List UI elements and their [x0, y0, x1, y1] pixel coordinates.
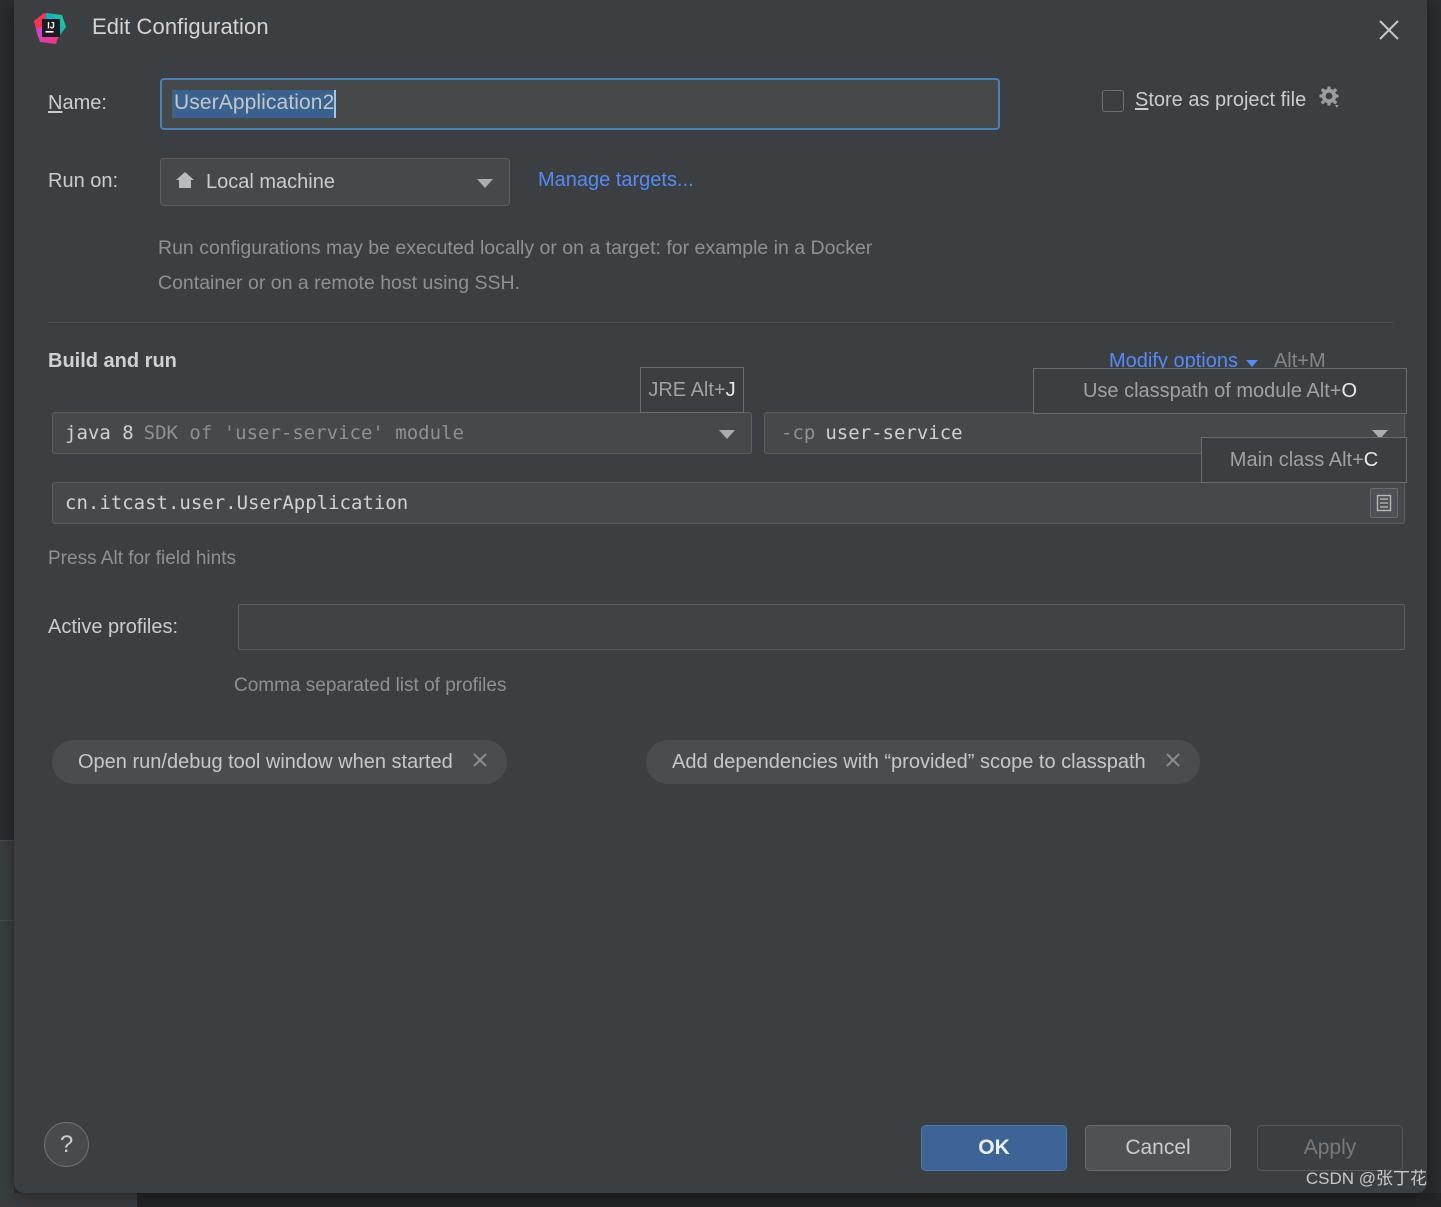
option-chip-open-run-debug[interactable]: Open run/debug tool window when started	[52, 740, 507, 784]
close-icon[interactable]	[1369, 10, 1409, 50]
section-divider	[48, 322, 1393, 323]
field-hint-main-class: Main class Alt+ C	[1201, 437, 1407, 483]
backdrop-strip	[0, 840, 14, 920]
watermark: CSDN @张丁花	[1305, 1169, 1427, 1188]
run-on-value: Local machine	[206, 170, 335, 193]
svg-text:IJ: IJ	[47, 21, 55, 31]
store-as-project-file-checkbox[interactable]: Store as project file	[1102, 85, 1343, 116]
backdrop-strip	[0, 921, 14, 1193]
classpath-flag: -cp	[781, 422, 816, 444]
field-hint-classpath-text: Use classpath of module Alt+	[1082, 379, 1342, 402]
manage-targets-link[interactable]: Manage targets...	[538, 169, 694, 192]
press-alt-hint: Press Alt for field hints	[48, 548, 236, 569]
field-hint-main-class-key: C	[1363, 448, 1379, 471]
backdrop-bottom-left	[0, 1193, 137, 1207]
field-hint-classpath-key: O	[1341, 379, 1358, 402]
option-chip-label: Open run/debug tool window when started	[78, 750, 453, 773]
field-hint-main-class-text: Main class Alt+	[1229, 448, 1364, 471]
name-input[interactable]: UserApplication2	[160, 78, 1000, 130]
run-on-dropdown[interactable]: Local machine	[160, 158, 510, 206]
field-hint-jre: JRE Alt+ J	[640, 367, 744, 413]
intellij-idea-logo-icon: IJ	[32, 11, 68, 47]
name-input-value: UserApplication2	[172, 90, 337, 118]
jre-sdk-value: java 8	[65, 422, 134, 444]
option-chip-label: Add dependencies with “provided” scope t…	[672, 750, 1146, 773]
active-profiles-hint: Comma separated list of profiles	[234, 675, 507, 696]
home-icon	[175, 170, 195, 195]
name-label: Name:	[48, 92, 107, 114]
page-title: Edit Configuration	[92, 14, 269, 39]
run-on-label: Run on:	[48, 170, 119, 192]
dialog-titlebar: IJ Edit Configuration	[14, 0, 1427, 60]
build-and-run-title: Build and run	[48, 350, 177, 372]
backdrop-bottom-bar	[0, 1193, 1441, 1207]
run-on-hint: Run configurations may be executed local…	[158, 237, 873, 294]
active-profiles-input[interactable]	[238, 604, 1405, 650]
edit-configuration-dialog: IJ Edit Configuration Name: UserApplicat…	[14, 0, 1427, 1193]
main-class-input[interactable]: cn.itcast.user.UserApplication	[52, 482, 1405, 524]
active-profiles-label: Active profiles:	[48, 616, 179, 638]
option-chip-add-provided-dependencies[interactable]: Add dependencies with “provided” scope t…	[646, 740, 1200, 784]
chevron-down-icon[interactable]	[719, 430, 735, 439]
list-browse-icon[interactable]	[1370, 488, 1398, 518]
jre-sdk-description: SDK of 'user-service' module	[143, 422, 464, 444]
help-button[interactable]: ?	[44, 1122, 89, 1167]
store-as-project-file-label: Store as project file	[1135, 89, 1307, 111]
field-hint-jre-key: J	[725, 378, 736, 401]
field-hint-jre-text: JRE Alt+	[648, 378, 726, 401]
gear-icon[interactable]	[1317, 85, 1343, 116]
field-hint-classpath: Use classpath of module Alt+ O	[1033, 368, 1407, 414]
close-icon[interactable]	[471, 751, 489, 774]
chevron-down-icon[interactable]	[477, 179, 493, 188]
checkbox-box[interactable]	[1102, 89, 1124, 112]
classpath-module-value: user-service	[825, 422, 963, 444]
close-icon[interactable]	[1164, 751, 1182, 774]
chevron-down-icon	[1245, 359, 1258, 367]
cancel-button[interactable]: Cancel	[1085, 1125, 1231, 1171]
main-class-value: cn.itcast.user.UserApplication	[65, 492, 409, 514]
backdrop-divider	[0, 840, 14, 841]
ok-button[interactable]: OK	[921, 1125, 1067, 1171]
jre-sdk-dropdown[interactable]: java 8 SDK of 'user-service' module	[52, 412, 752, 454]
